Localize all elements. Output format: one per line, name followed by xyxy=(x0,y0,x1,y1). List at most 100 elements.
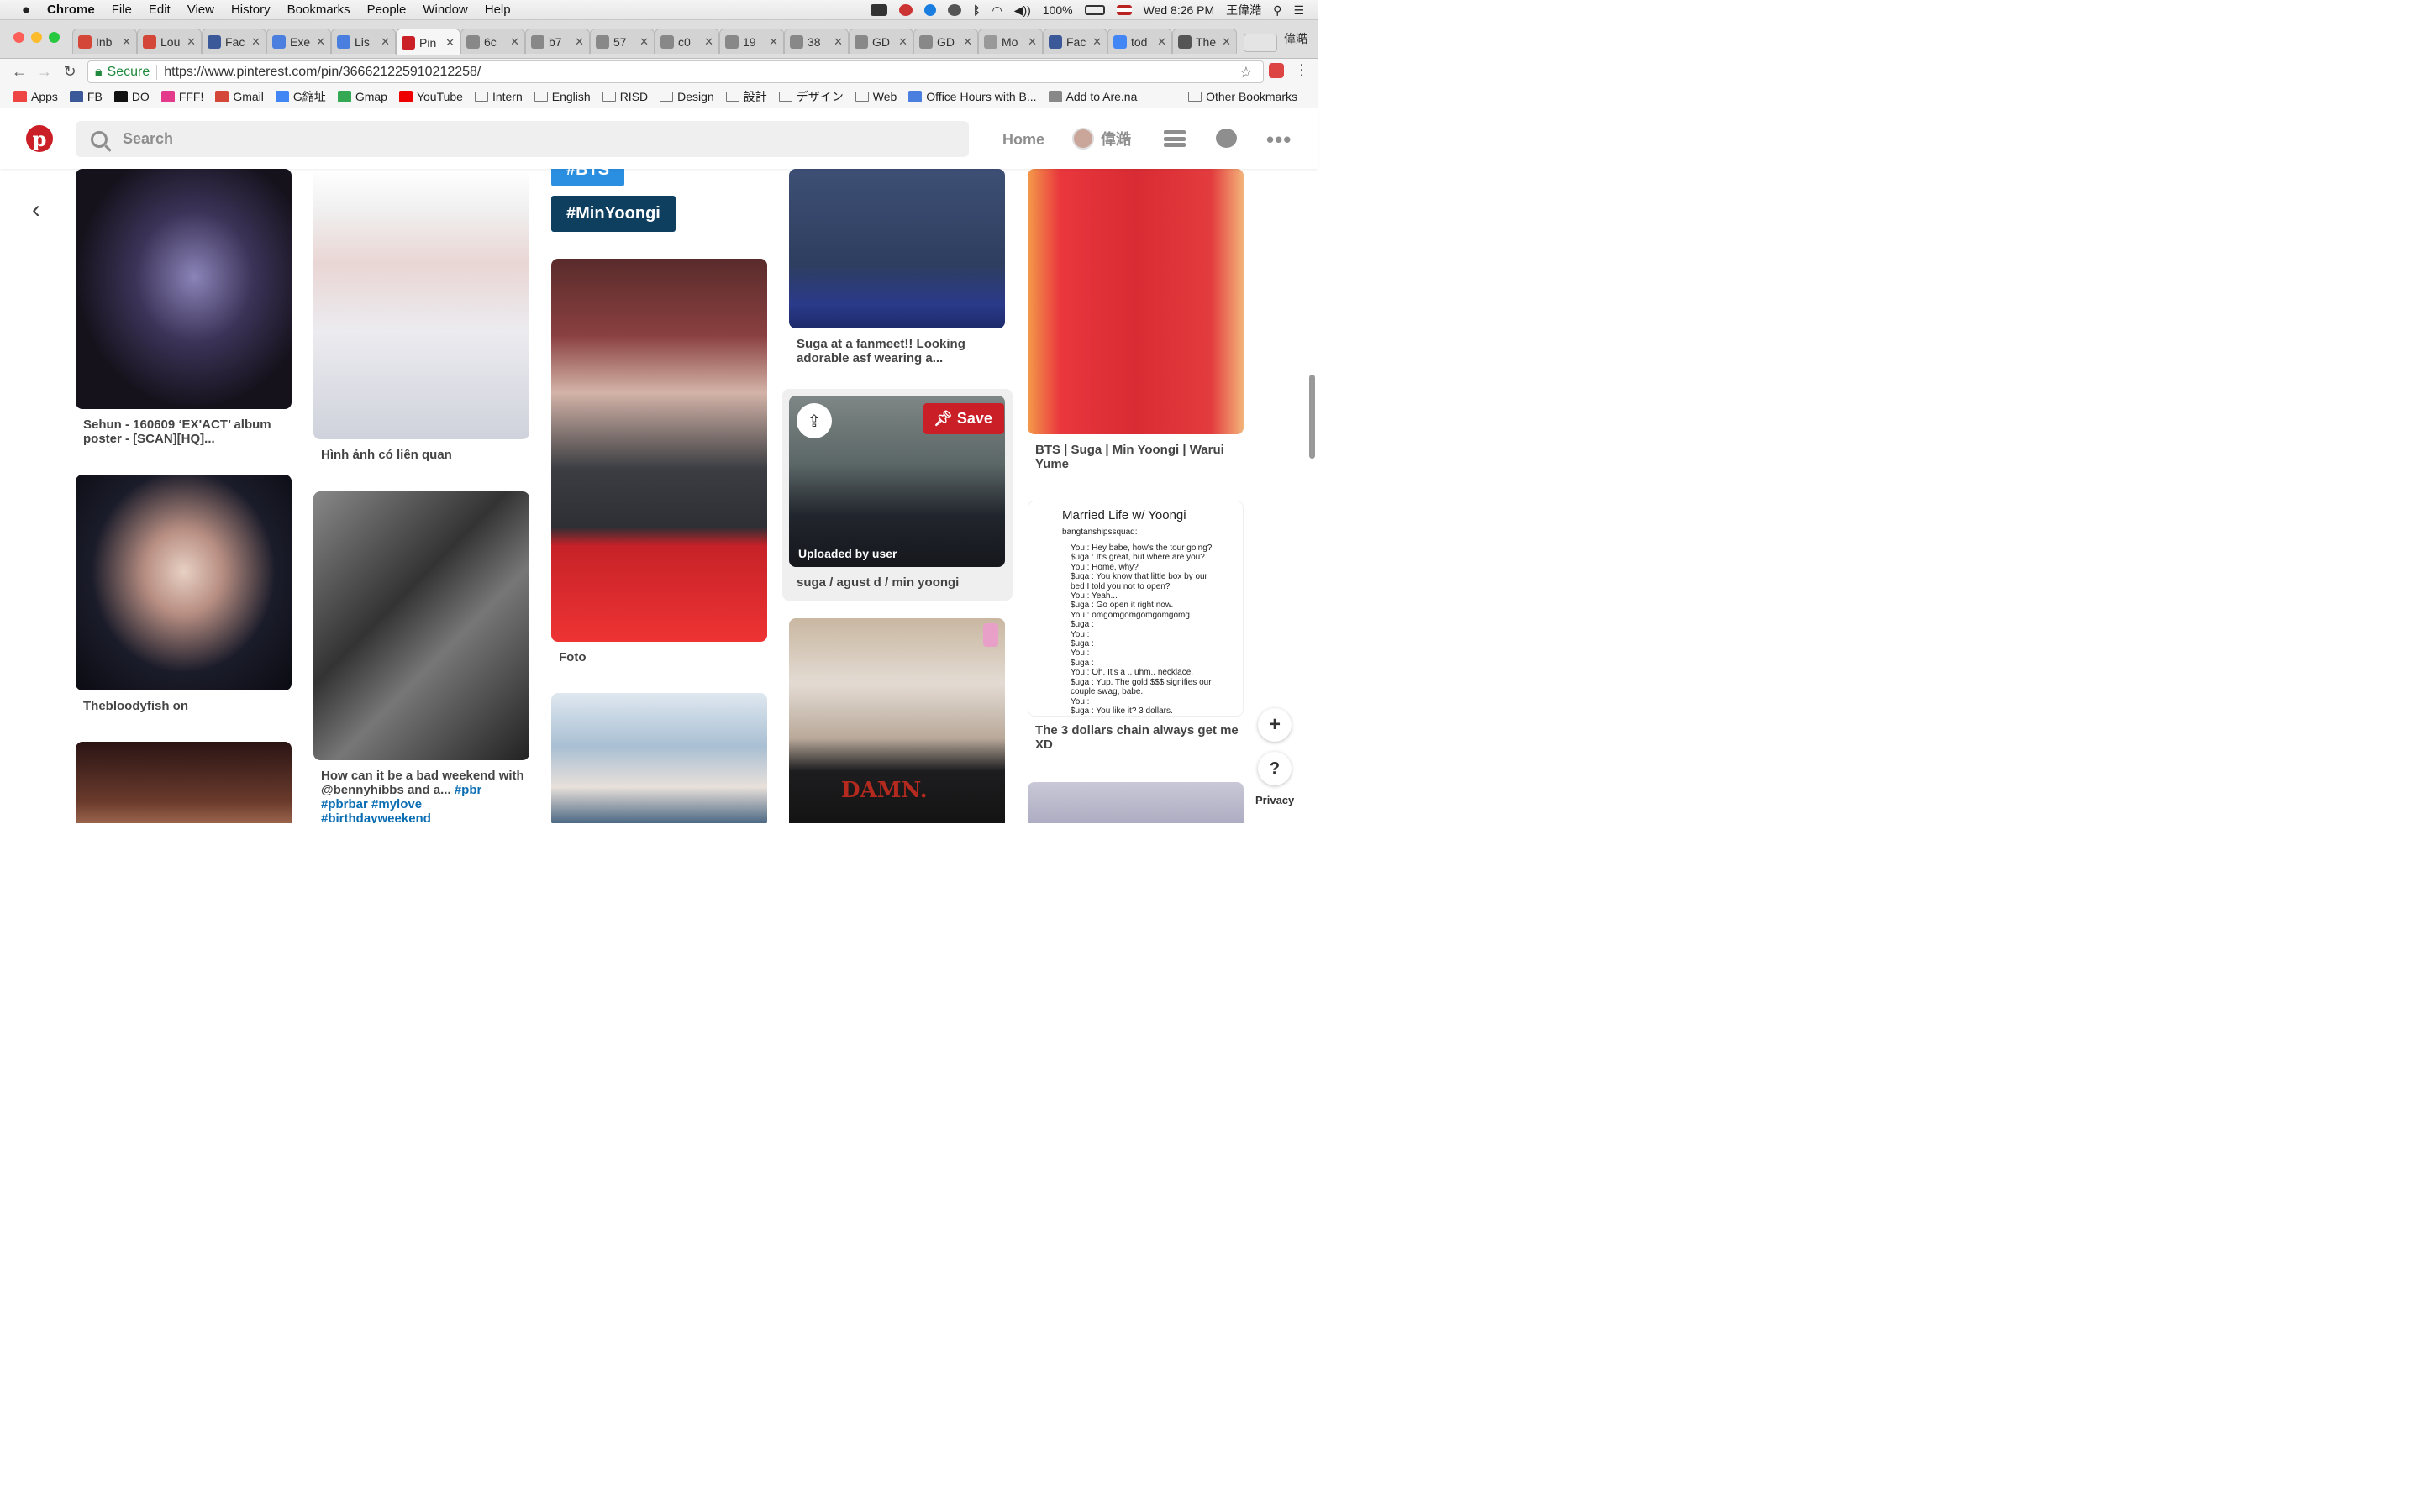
zoom-window-icon[interactable] xyxy=(49,32,60,43)
help-button[interactable]: ? xyxy=(1258,752,1292,785)
share-icon[interactable]: ⇪ xyxy=(797,403,832,438)
pin-image[interactable]: DAMN. xyxy=(789,618,1005,823)
hashtag-minyoongi[interactable]: #MinYoongi xyxy=(551,196,676,232)
scrollbar[interactable] xyxy=(1309,375,1315,459)
time-machine-icon[interactable] xyxy=(948,4,962,16)
pin-image[interactable] xyxy=(551,693,767,823)
close-tab-icon[interactable]: ✕ xyxy=(316,35,325,49)
browser-tab[interactable]: GD ✕ xyxy=(913,29,978,54)
bookmark-item[interactable]: Add to Are.na xyxy=(1048,88,1137,105)
close-tab-icon[interactable]: ✕ xyxy=(1092,35,1102,49)
bookmark-item[interactable]: Web xyxy=(855,88,897,105)
bookmark-item[interactable]: FFF! xyxy=(160,88,203,105)
browser-tab[interactable]: c0 ✕ xyxy=(655,29,719,54)
menu-help[interactable]: Help xyxy=(476,3,519,17)
browser-tab[interactable]: Exe ✕ xyxy=(266,29,331,54)
search-input[interactable]: Search xyxy=(76,121,969,157)
bookmark-item[interactable]: Gmap xyxy=(337,88,387,105)
pin-card[interactable]: BTS | Suga | Min Yoongi | Warui Yume xyxy=(1028,169,1244,471)
menu-people[interactable]: People xyxy=(359,3,415,17)
pin-card[interactable]: Sehun - 160609 ‘EX'ACT’ album poster - [… xyxy=(76,169,292,446)
pin-card[interactable]: Foto xyxy=(551,259,768,664)
pin-image[interactable] xyxy=(76,742,292,823)
pin-card[interactable]: Thebloodyfish on xyxy=(76,475,292,713)
new-tab-button[interactable] xyxy=(1244,34,1277,52)
menu-window[interactable]: Window xyxy=(414,3,476,17)
pin-image[interactable] xyxy=(789,169,1005,328)
pin-image[interactable] xyxy=(76,475,292,690)
bookmark-star-icon[interactable]: ☆ xyxy=(1239,64,1253,81)
bookmark-item[interactable]: English xyxy=(534,88,591,105)
close-tab-icon[interactable]: ✕ xyxy=(898,35,908,49)
close-tab-icon[interactable]: ✕ xyxy=(575,35,584,49)
close-tab-icon[interactable]: ✕ xyxy=(510,35,519,49)
close-tab-icon[interactable]: ✕ xyxy=(963,35,972,49)
wifi-icon[interactable]: ◠ xyxy=(992,3,1002,18)
close-tab-icon[interactable]: ✕ xyxy=(445,36,455,50)
battery-icon[interactable] xyxy=(1084,5,1105,15)
close-window-icon[interactable] xyxy=(13,32,24,43)
menu-file[interactable]: File xyxy=(103,3,140,17)
browser-tab[interactable]: Pin ✕ xyxy=(396,29,460,55)
bookmark-item[interactable]: FB xyxy=(69,88,103,105)
minimize-window-icon[interactable] xyxy=(31,32,42,43)
menu-view[interactable]: View xyxy=(179,3,223,17)
back-icon[interactable]: ← xyxy=(7,63,32,81)
pin-image[interactable] xyxy=(313,491,529,760)
bookmark-item[interactable]: デザイン xyxy=(778,88,844,105)
reload-icon[interactable]: ↻ xyxy=(57,63,82,81)
profile-link[interactable]: 偉澔 xyxy=(1072,128,1131,150)
close-tab-icon[interactable]: ✕ xyxy=(1222,35,1231,49)
close-tab-icon[interactable]: ✕ xyxy=(122,35,131,49)
spotlight-icon[interactable]: ⚲ xyxy=(1273,3,1281,18)
browser-tab[interactable]: Lis ✕ xyxy=(331,29,396,54)
bookmark-item[interactable]: YouTube xyxy=(398,88,463,105)
browser-tab[interactable]: GD ✕ xyxy=(849,29,913,54)
close-tab-icon[interactable]: ✕ xyxy=(381,35,390,49)
close-tab-icon[interactable]: ✕ xyxy=(769,35,778,49)
home-link[interactable]: Home xyxy=(1002,131,1044,149)
menu-edit[interactable]: Edit xyxy=(140,3,179,17)
pin-image[interactable] xyxy=(551,259,767,642)
save-button[interactable]: 📌︎ Save xyxy=(923,403,1004,434)
browser-tab[interactable]: 6c ✕ xyxy=(460,29,525,54)
bookmark-item[interactable]: Gmail xyxy=(215,88,264,105)
address-bar[interactable]: 🔒︎ Secure https://www.pinterest.com/pin/… xyxy=(87,60,1264,83)
pin-card[interactable]: Suga at a fanmeet!! Looking adorable asf… xyxy=(789,169,1006,365)
browser-tab[interactable]: b7 ✕ xyxy=(525,29,590,54)
close-tab-icon[interactable]: ✕ xyxy=(704,35,713,49)
creative-cloud-icon[interactable] xyxy=(899,4,913,16)
browser-tab[interactable]: Fac ✕ xyxy=(1043,29,1107,54)
bookmark-item[interactable]: G縮址 xyxy=(275,88,326,105)
pin-caption[interactable]: Hình ảnh có liên quan xyxy=(313,448,530,462)
hashtag-bts[interactable]: #BTS xyxy=(551,169,625,186)
browser-tab[interactable]: Mo ✕ xyxy=(978,29,1043,54)
privacy-link[interactable]: Privacy xyxy=(1255,794,1294,806)
text-screenshot-pin[interactable]: Married Life w/ Yoongi bangtanshipssquad… xyxy=(1028,501,1244,717)
pin-image[interactable] xyxy=(1028,782,1244,823)
browser-tab[interactable]: 57 ✕ xyxy=(590,29,655,54)
browser-tab[interactable]: 19 ✕ xyxy=(719,29,784,54)
bookmark-item[interactable]: Office Hours with B... xyxy=(908,88,1037,105)
close-tab-icon[interactable]: ✕ xyxy=(251,35,260,49)
pin-image[interactable] xyxy=(313,169,529,439)
menu-app-name[interactable]: Chrome xyxy=(39,3,103,17)
browser-tab[interactable]: tod ✕ xyxy=(1107,29,1172,54)
pin-card[interactable] xyxy=(551,693,768,823)
browser-tab[interactable]: Fac ✕ xyxy=(202,29,266,54)
apple-menu-icon[interactable]: ● xyxy=(13,2,39,18)
pin-card[interactable]: DAMN. xyxy=(789,618,1006,823)
pin-caption[interactable]: Sehun - 160609 ‘EX'ACT’ album poster - [… xyxy=(76,417,292,446)
add-pin-button[interactable]: + xyxy=(1258,708,1292,742)
bookmark-item[interactable]: Design xyxy=(660,88,714,105)
url-text[interactable]: https://www.pinterest.com/pin/3666212259… xyxy=(164,65,481,80)
pin-caption[interactable]: Thebloodyfish on xyxy=(76,699,292,713)
pin-caption[interactable]: suga / agust d / min yoongi xyxy=(789,575,1006,590)
profile-button[interactable]: 偉澔 xyxy=(1284,30,1307,47)
close-tab-icon[interactable]: ✕ xyxy=(1157,35,1166,49)
clock[interactable]: Wed 8:26 PM xyxy=(1144,3,1215,17)
pin-card[interactable]: How can it be a bad weekend with @bennyh… xyxy=(313,491,530,823)
pin-caption[interactable]: Suga at a fanmeet!! Looking adorable asf… xyxy=(789,337,1006,365)
close-tab-icon[interactable]: ✕ xyxy=(834,35,843,49)
notification-center-icon[interactable]: ☰ xyxy=(1293,3,1304,18)
